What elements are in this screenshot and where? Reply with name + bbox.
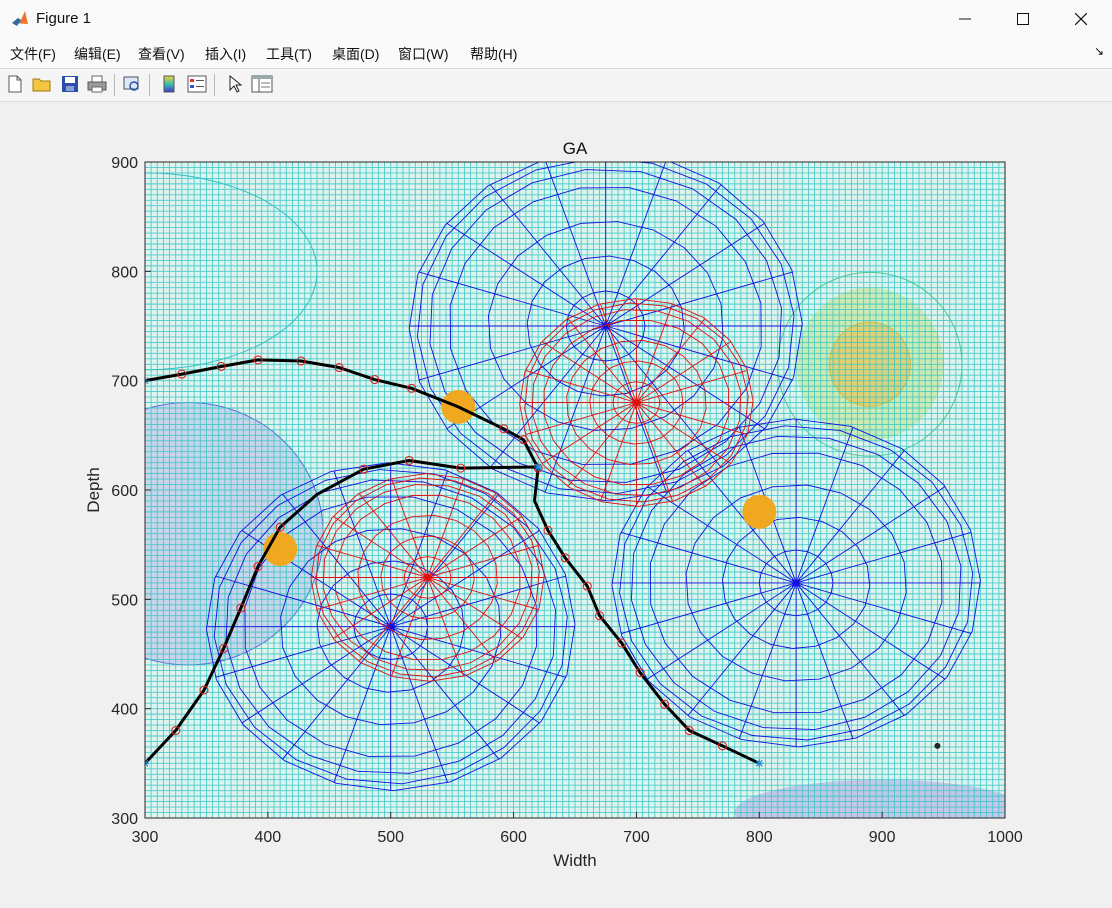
y-tick-label: 300 <box>111 811 138 828</box>
threat-zone <box>611 418 981 748</box>
title-bar: Figure 1 <box>0 0 1112 39</box>
x-tick-label: 1000 <box>987 829 1023 846</box>
y-tick-label: 500 <box>111 592 138 609</box>
chart-title: GA <box>563 139 588 158</box>
threat-zone <box>408 162 803 502</box>
x-tick-label: 600 <box>500 829 527 846</box>
menu-insert[interactable]: 插入(I) <box>205 44 246 64</box>
threat-zone <box>310 473 545 682</box>
threat-zone-center-marker <box>631 397 642 408</box>
matlab-icon <box>12 11 28 26</box>
x-tick-label: 300 <box>132 829 159 846</box>
menu-bar: 文件(F) 编辑(E) 查看(V) 插入(I) 工具(T) 桌面(D) 窗口(W… <box>0 38 1112 69</box>
property-editor-icon[interactable] <box>251 73 273 95</box>
toolbar <box>0 69 1112 102</box>
colorbar-icon[interactable] <box>158 73 180 95</box>
obstacle-marker <box>742 494 777 529</box>
threat-zone-center-marker <box>422 572 433 583</box>
maximize-icon <box>1017 13 1029 25</box>
close-button[interactable] <box>1052 0 1110 38</box>
threat-zone-center-marker <box>791 577 802 588</box>
print-icon[interactable] <box>86 73 108 95</box>
menu-file[interactable]: 文件(F) <box>10 44 56 64</box>
legend-icon[interactable] <box>186 73 208 95</box>
close-icon <box>1075 13 1087 25</box>
threat-zone <box>519 298 754 507</box>
figure-area: 300 400 500 600 700 800 900 1000 300 400 500 600 700… <box>0 102 1112 908</box>
endpoint-marker <box>755 759 764 768</box>
minimize-icon <box>959 18 971 20</box>
menu-desktop[interactable]: 桌面(D) <box>332 44 379 64</box>
print-preview-icon[interactable] <box>121 73 143 95</box>
menu-help[interactable]: 帮助(H) <box>470 44 517 64</box>
toolbar-separator <box>214 74 215 96</box>
new-file-icon[interactable] <box>4 73 26 95</box>
threat-zone <box>205 462 576 792</box>
minimize-button[interactable] <box>936 0 994 38</box>
menu-window[interactable]: 窗口(W) <box>398 44 449 64</box>
save-icon[interactable] <box>59 73 81 95</box>
y-axis-label: Depth <box>84 467 103 512</box>
y-tick-label: 400 <box>111 702 138 719</box>
y-tick-label: 800 <box>111 264 138 281</box>
x-tick-label: 900 <box>869 829 896 846</box>
x-tick-label: 700 <box>623 829 650 846</box>
y-tick-label: 600 <box>111 483 138 500</box>
menu-view[interactable]: 查看(V) <box>138 44 185 64</box>
toolbar-separator <box>149 74 150 96</box>
x-tick-label: 400 <box>255 829 282 846</box>
y-tick-label: 700 <box>111 374 138 391</box>
endpoint-marker <box>534 463 543 472</box>
window-title: Figure 1 <box>36 10 92 27</box>
x-tick-label: 800 <box>746 829 773 846</box>
x-axis-label: Width <box>553 851 596 870</box>
y-tick-label: 900 <box>111 155 138 172</box>
chart-svg[interactable]: 300 400 500 600 700 800 900 1000 300 400 500 600 700… <box>0 102 1112 908</box>
menu-edit[interactable]: 编辑(E) <box>74 44 121 64</box>
pointer-icon[interactable] <box>224 73 246 95</box>
dock-arrow-icon[interactable]: ↘ <box>1094 44 1104 58</box>
target-point <box>934 742 941 749</box>
open-folder-icon[interactable] <box>31 73 53 95</box>
maximize-button[interactable] <box>994 0 1052 38</box>
toolbar-separator <box>114 74 115 96</box>
x-tick-label: 500 <box>377 829 404 846</box>
menu-tools[interactable]: 工具(T) <box>266 44 312 64</box>
plot-layer <box>145 162 1005 818</box>
